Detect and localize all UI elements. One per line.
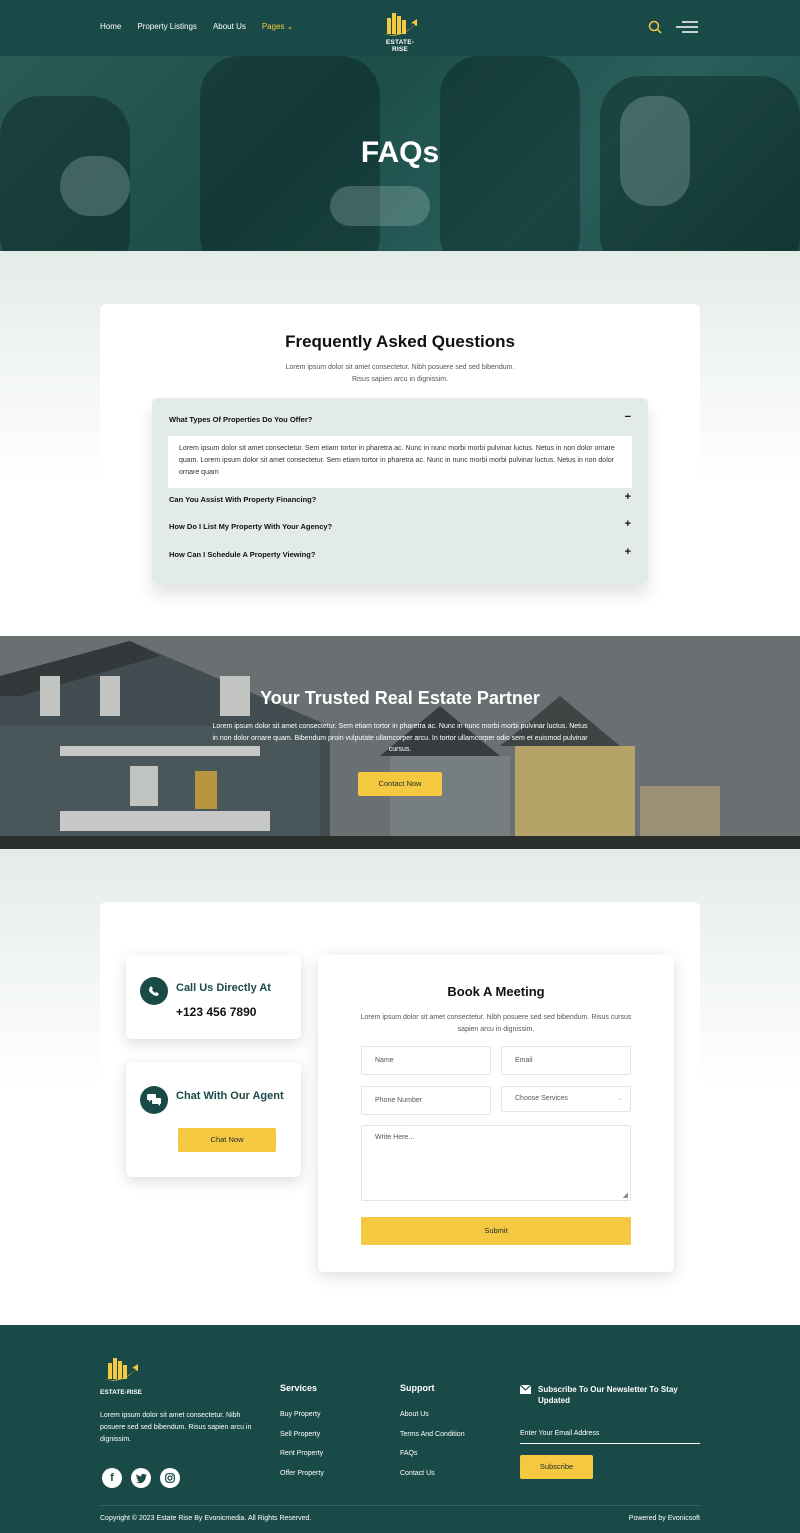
- expand-icon[interactable]: +: [625, 491, 631, 503]
- footer-link-terms[interactable]: Terms And Condition: [400, 1431, 465, 1438]
- faq-accordion: What Types Of Properties Do You Offer? −…: [152, 398, 648, 584]
- partner-title: Your Trusted Real Estate Partner: [260, 688, 540, 708]
- nav-pages-label: Pages: [261, 22, 285, 31]
- faq-section: Frequently Asked Questions Lorem ipsum d…: [0, 251, 800, 636]
- twitter-icon[interactable]: [131, 1468, 151, 1488]
- footer-link-offer[interactable]: Offer Property: [280, 1470, 324, 1477]
- faq-question[interactable]: How Can I Schedule A Property Viewing?: [169, 550, 315, 559]
- main-nav: Home Property Listings About Us Pages ⌄: [100, 22, 293, 31]
- chevron-down-icon: ⌄: [286, 22, 294, 31]
- subscribe-button[interactable]: Subscribe: [520, 1455, 593, 1479]
- collapse-icon[interactable]: −: [625, 411, 631, 423]
- phone-number[interactable]: +123 456 7890: [176, 1005, 256, 1019]
- hamburger-menu-icon[interactable]: [676, 20, 698, 34]
- nav-property-listings[interactable]: Property Listings: [137, 22, 197, 31]
- footer-link-about[interactable]: About Us: [400, 1411, 429, 1418]
- powered-by-text: Powered by Evonicsoft: [628, 1515, 700, 1522]
- phone-field[interactable]: Phone Number: [361, 1086, 491, 1115]
- chat-icon: [140, 1086, 168, 1114]
- footer-link-sell[interactable]: Sell Property: [280, 1431, 320, 1438]
- logo-building-icon: [104, 1358, 138, 1381]
- form-title: Book A Meeting: [447, 984, 545, 999]
- envelope-icon: [520, 1385, 531, 1394]
- logo-text: ESTATE-RISE: [385, 39, 415, 53]
- newsletter-email-input[interactable]: Enter Your Email Address: [520, 1428, 700, 1444]
- faq-question[interactable]: Can You Assist With Property Financing?: [169, 495, 316, 504]
- footer-logo-text: ESTATE-RISE: [100, 1389, 143, 1396]
- call-title: Call Us Directly At: [176, 982, 271, 994]
- expand-icon[interactable]: +: [625, 546, 631, 558]
- partner-text: Lorem ipsum dolor sit amet consectetur. …: [212, 723, 588, 753]
- partner-banner: Your Trusted Real Estate Partner Lorem i…: [0, 636, 800, 849]
- footer-link-buy[interactable]: Buy Property: [280, 1411, 320, 1418]
- contact-now-button[interactable]: Contact Now: [358, 772, 442, 796]
- nav-about-us[interactable]: About Us: [213, 22, 246, 31]
- services-heading: Services: [280, 1383, 318, 1393]
- support-heading: Support: [400, 1383, 435, 1393]
- site-header: Home Property Listings About Us Pages ⌄ …: [0, 0, 800, 56]
- booking-form: Book A Meeting Lorem ipsum dolor sit ame…: [318, 955, 674, 1272]
- nav-home[interactable]: Home: [100, 22, 121, 31]
- chat-card: Chat With Our Agent Chat Now: [126, 1062, 301, 1177]
- expand-icon[interactable]: +: [625, 518, 631, 530]
- services-select-value: Choose Services: [515, 1095, 568, 1102]
- name-field[interactable]: Name: [361, 1046, 491, 1075]
- social-links: f: [102, 1468, 180, 1488]
- page-title: FAQs: [360, 136, 440, 169]
- message-textarea[interactable]: Write Here... ◢: [361, 1125, 631, 1201]
- faq-answer: Lorem ipsum dolor sit amet consectetur. …: [168, 436, 632, 488]
- faq-heading: Frequently Asked Questions: [285, 332, 515, 351]
- message-placeholder: Write Here...: [375, 1134, 415, 1141]
- nav-pages[interactable]: Pages ⌄: [262, 22, 294, 31]
- call-card: Call Us Directly At +123 456 7890: [126, 955, 301, 1039]
- phone-icon: [140, 977, 168, 1005]
- footer-link-contact[interactable]: Contact Us: [400, 1470, 435, 1477]
- faq-subtitle: Lorem ipsum dolor sit amet consectetur. …: [285, 364, 515, 383]
- footer-logo[interactable]: ESTATE-RISE: [100, 1355, 142, 1396]
- copyright-text: Copyright © 2023 Estate Rise By Evonicme…: [100, 1515, 312, 1522]
- facebook-icon[interactable]: f: [102, 1468, 122, 1488]
- instagram-icon[interactable]: [160, 1468, 180, 1488]
- chat-now-button[interactable]: Chat Now: [178, 1128, 276, 1152]
- newsletter-title: Subscribe To Our Newsletter To Stay Upda…: [538, 1385, 678, 1405]
- site-logo[interactable]: ESTATE-RISE: [378, 10, 422, 53]
- chat-title: Chat With Our Agent: [176, 1090, 284, 1102]
- submit-button[interactable]: Submit: [361, 1217, 631, 1245]
- faq-question[interactable]: What Types Of Properties Do You Offer?: [169, 415, 312, 424]
- footer-link-rent[interactable]: Rent Property: [280, 1450, 323, 1457]
- faq-card: Frequently Asked Questions Lorem ipsum d…: [100, 304, 700, 636]
- chevron-down-icon: ⌄: [616, 1096, 622, 1102]
- form-subtitle: Lorem ipsum dolor sit amet consectetur. …: [360, 1014, 632, 1033]
- booking-card: Call Us Directly At +123 456 7890 Chat W…: [100, 902, 700, 1325]
- hero-banner: FAQs: [0, 56, 800, 251]
- logo-building-icon: [383, 13, 417, 36]
- services-select[interactable]: Choose Services ⌄: [501, 1086, 631, 1112]
- footer-link-faqs[interactable]: FAQs: [400, 1450, 418, 1457]
- site-footer: ESTATE-RISE Lorem ipsum dolor sit amet c…: [0, 1325, 800, 1533]
- search-icon[interactable]: [648, 20, 662, 34]
- header-actions: [648, 20, 698, 34]
- footer-divider: [100, 1505, 700, 1506]
- footer-about: Lorem ipsum dolor sit amet consectetur. …: [100, 1412, 252, 1443]
- faq-question[interactable]: How Do I List My Property With Your Agen…: [169, 522, 332, 531]
- resize-handle-icon[interactable]: ◢: [623, 1191, 628, 1199]
- email-field[interactable]: Email: [501, 1046, 631, 1075]
- hero-bg-highlight: [330, 186, 430, 226]
- booking-section: Call Us Directly At +123 456 7890 Chat W…: [0, 849, 800, 1325]
